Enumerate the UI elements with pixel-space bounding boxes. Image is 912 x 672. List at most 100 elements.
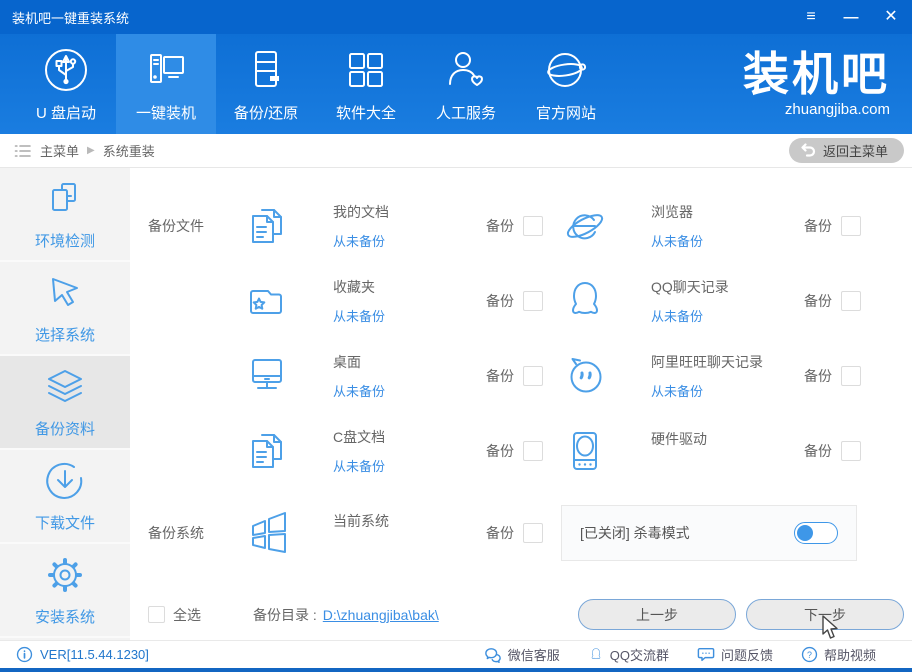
window-title: 装机吧一键重装系统: [12, 10, 130, 26]
bottom-action-row: 全选 备份目录 : D:\zhuangjiba\bak\ 上一步 下一步: [148, 599, 912, 630]
backup-checkbox[interactable]: [523, 523, 543, 543]
backup-checkbox[interactable]: [841, 440, 861, 461]
sidebar-item-backup-data[interactable]: 备份资料: [0, 356, 130, 450]
sidebar-item-label: 下载文件: [34, 515, 95, 532]
nav-item-official-website[interactable]: 官方网站: [516, 34, 616, 134]
antivirus-toggle[interactable]: [794, 522, 838, 544]
sidebar-item-select-system[interactable]: 选择系统: [0, 262, 130, 356]
wechat-icon: [484, 647, 501, 663]
nav-item-one-click-install[interactable]: 一键装机: [116, 34, 216, 134]
one-click-install-icon: [150, 53, 184, 83]
logo-domain: zhuangjiba.com: [784, 100, 890, 118]
item-title: 收藏夹: [333, 278, 375, 295]
sidebar-item-label: 安装系统: [34, 609, 95, 626]
sidebar-item-download-files[interactable]: 下载文件: [0, 450, 130, 544]
back-arrow-icon: [801, 143, 816, 157]
official-website-icon: [547, 52, 587, 87]
svg-text:?: ?: [807, 650, 812, 660]
select-all-checkbox[interactable]: [148, 606, 165, 623]
backup-dir-link[interactable]: D:\zhuangjiba\bak\: [323, 607, 439, 623]
sidebar-item-environment-check[interactable]: 环境检测: [0, 168, 130, 262]
section-label-backup-files: 备份文件: [148, 217, 204, 234]
install-system-icon: [48, 558, 82, 592]
antivirus-mode-label: [已关闭] 杀毒模式: [580, 525, 690, 541]
footer-link-wechat-service[interactable]: 微信客服: [484, 645, 560, 664]
backup-item-wangwang-chat: 阿里旺旺聊天记录 从未备份 备份: [561, 352, 861, 400]
backup-status-link[interactable]: 从未备份: [651, 381, 804, 400]
back-button-label: 返回主菜单: [822, 144, 888, 159]
footer-link-feedback[interactable]: 问题反馈: [697, 645, 773, 664]
backup-label: 备份: [486, 442, 514, 459]
item-title: 我的文档: [333, 203, 389, 220]
backup-status-link[interactable]: 从未备份: [333, 306, 486, 325]
backup-item-favorites: 收藏夹 从未备份 备份: [243, 277, 543, 325]
backup-status-link[interactable]: 从未备份: [333, 456, 486, 475]
qq-group-icon: [591, 648, 601, 659]
backup-system-row: 备份系统 当前系统 备份 [已关闭] 杀毒模式: [148, 488, 912, 578]
select-system-icon: [52, 278, 78, 306]
footer-link-label: 微信客服: [507, 648, 560, 663]
back-to-main-menu-button[interactable]: 返回主菜单: [788, 138, 904, 163]
backup-label: 备份: [486, 292, 514, 309]
backup-item-current-system: 当前系统 备份: [243, 509, 543, 557]
main-content: 备份文件 我的文档 从未备份 备份 浏览器 从未备份 备份 收藏夹 从未备份 备…: [130, 168, 912, 640]
footer-link-label: 帮助视频: [823, 648, 876, 663]
backup-label: 备份: [486, 525, 514, 541]
backup-status-link[interactable]: 从未备份: [333, 231, 486, 250]
backup-row-2: 收藏夹 从未备份 备份 QQ聊天记录 从未备份 备份: [148, 263, 912, 338]
sidebar-item-install-system[interactable]: 安装系统: [0, 544, 130, 638]
backup-label: 备份: [804, 292, 832, 309]
backup-checkbox[interactable]: [523, 290, 543, 311]
item-title: C盘文档: [333, 428, 386, 445]
backup-checkbox[interactable]: [841, 215, 861, 236]
backup-checkbox[interactable]: [523, 365, 543, 386]
app-window: 装机吧一键重装系统 ≡ ― ✕ U 盘启动 一键装机 备份/还原 软件大全 人工…: [0, 0, 912, 672]
wangwang-icon: [570, 357, 602, 392]
item-title: QQ聊天记录: [651, 278, 729, 295]
nav-label: 备份/还原: [233, 104, 299, 122]
nav-label: 一键装机: [135, 104, 196, 122]
footer-link-qq-group[interactable]: QQ交流群: [588, 645, 669, 664]
backup-item-browser: 浏览器 从未备份 备份: [561, 202, 861, 250]
backup-item-hardware-driver: 硬件驱动 备份: [561, 427, 861, 475]
c-drive-docs-icon: [252, 433, 282, 468]
footer-links: 微信客服 QQ交流群 问题反馈 ? 帮助视频: [484, 645, 876, 664]
backup-checkbox[interactable]: [523, 440, 543, 461]
item-title: 硬件驱动: [651, 430, 707, 447]
windows-icon: [252, 512, 286, 553]
backup-checkbox[interactable]: [841, 290, 861, 311]
nav-item-software-collection[interactable]: 软件大全: [316, 34, 416, 134]
minimize-icon[interactable]: ―: [842, 10, 860, 25]
next-step-button[interactable]: 下一步: [746, 599, 904, 630]
help-video-icon: ?: [801, 646, 818, 663]
qq-icon: [572, 281, 598, 314]
backup-checkbox[interactable]: [841, 365, 861, 386]
backup-label: 备份: [804, 442, 832, 459]
nav-label: U 盘启动: [35, 104, 96, 122]
close-icon[interactable]: ✕: [882, 9, 900, 25]
favorites-folder-icon: [250, 289, 282, 314]
backup-dir-label: 备份目录 :: [253, 606, 317, 623]
backup-status-link[interactable]: 从未备份: [651, 231, 804, 250]
item-title: 桌面: [333, 353, 361, 370]
footer-link-help-video[interactable]: ? 帮助视频: [801, 645, 876, 664]
breadcrumb-root[interactable]: 主菜单: [40, 141, 79, 160]
backup-label: 备份: [804, 367, 832, 384]
antivirus-mode-box: [已关闭] 杀毒模式: [561, 505, 857, 561]
backup-status-link[interactable]: 从未备份: [333, 381, 486, 400]
nav-item-backup-restore[interactable]: 备份/还原: [216, 34, 316, 134]
nav-item-human-service[interactable]: 人工服务: [416, 34, 516, 134]
backup-restore-icon: [255, 50, 279, 87]
hardware-driver-icon: [573, 431, 597, 470]
nav-item-usb-boot[interactable]: U 盘启动: [16, 34, 116, 134]
brand-logo: 装机吧 zhuangjiba.com: [743, 34, 890, 134]
backup-status-link[interactable]: 从未备份: [651, 306, 804, 325]
backup-label: 备份: [486, 217, 514, 234]
environment-check-icon: [52, 183, 76, 211]
backup-checkbox[interactable]: [523, 215, 543, 236]
menu-icon[interactable]: ≡: [802, 9, 820, 25]
titlebar: 装机吧一键重装系统 ≡ ― ✕: [0, 0, 912, 34]
previous-step-button[interactable]: 上一步: [578, 599, 736, 630]
breadcrumb-arrow-icon: ▶: [87, 145, 95, 156]
breadcrumb-current: 系统重装: [102, 144, 155, 159]
